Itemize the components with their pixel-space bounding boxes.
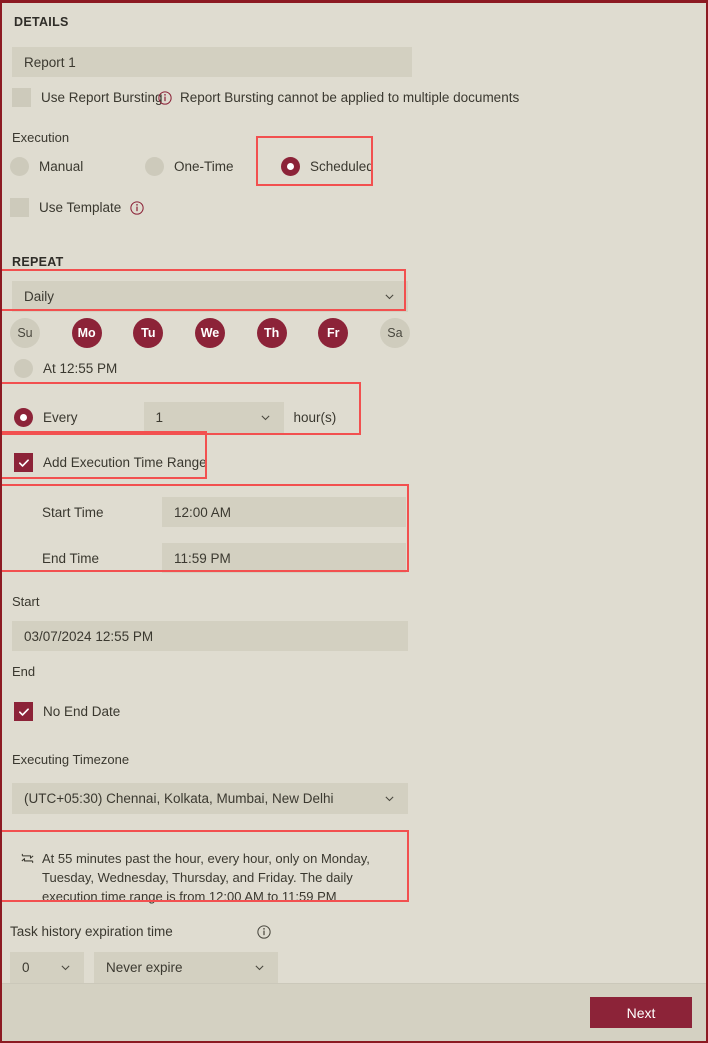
day-we[interactable]: We <box>194 318 225 348</box>
at-specific-time-row[interactable]: At 12:55 PM <box>14 359 117 378</box>
report-name-input[interactable]: Report 1 <box>12 47 412 77</box>
schedule-summary: At 55 minutes past the hour, every hour,… <box>10 841 418 915</box>
every-interval-row[interactable]: Every 1 hour(s) <box>14 402 336 433</box>
add-execution-time-range-label: Add Execution Time Range <box>43 455 207 470</box>
report-bursting-info-text: Report Bursting cannot be applied to mul… <box>180 90 520 105</box>
chevron-down-icon <box>383 290 396 303</box>
end-time-row: End Time 11:59 PM <box>42 543 406 573</box>
execution-option-one-time[interactable]: One-Time <box>145 157 234 176</box>
end-time-label: End Time <box>42 550 100 566</box>
chevron-down-icon <box>383 792 396 805</box>
start-time-row: Start Time 12:00 AM <box>42 497 406 527</box>
day-fr[interactable]: Fr <box>318 318 349 348</box>
chevron-down-icon <box>259 411 272 424</box>
chevron-down-icon <box>253 961 266 974</box>
no-end-date-label: No End Date <box>43 704 121 719</box>
add-execution-time-range-row[interactable]: Add Execution Time Range <box>14 453 207 472</box>
details-section-title: DETAILS <box>14 15 69 29</box>
day-su[interactable]: Su <box>10 318 40 348</box>
day-of-week-selector[interactable]: Su Mo Tu We Th Fr Sa <box>10 318 410 348</box>
schedule-task-dialog: DETAILS Report 1 Use Report Bursting Rep… <box>0 0 708 1043</box>
use-report-bursting-checkbox[interactable] <box>12 88 31 107</box>
start-time-input[interactable]: 12:00 AM <box>162 497 406 527</box>
execution-label: Execution <box>12 130 70 145</box>
end-time-input[interactable]: 11:59 PM <box>162 543 406 573</box>
every-label: Every <box>43 410 78 425</box>
use-report-bursting-label: Use Report Bursting <box>41 90 163 105</box>
no-end-date-checkbox[interactable] <box>14 702 33 721</box>
timezone-dropdown[interactable]: (UTC+05:30) Chennai, Kolkata, Mumbai, Ne… <box>12 783 408 814</box>
manual-radio[interactable] <box>10 157 29 176</box>
day-th[interactable]: Th <box>256 318 287 348</box>
execution-option-manual[interactable]: Manual <box>10 157 83 176</box>
task-history-count-value: 0 <box>22 960 30 975</box>
report-bursting-info: Report Bursting cannot be applied to mul… <box>158 90 519 105</box>
use-template-row[interactable]: Use Template <box>10 198 144 217</box>
at-specific-time-label: At 12:55 PM <box>43 361 118 376</box>
task-history-policy-value: Never expire <box>106 960 183 975</box>
dialog-footer: Next <box>2 983 706 1041</box>
end-label: End <box>12 664 36 679</box>
day-mo[interactable]: Mo <box>71 318 102 348</box>
task-history-info-icon[interactable] <box>257 924 271 939</box>
use-report-bursting-row[interactable]: Use Report Bursting <box>12 88 163 107</box>
use-template-checkbox[interactable] <box>10 198 29 217</box>
start-datetime-input[interactable]: 03/07/2024 12:55 PM <box>12 621 408 651</box>
info-circle-icon <box>158 90 172 105</box>
next-button[interactable]: Next <box>590 997 692 1028</box>
one-time-radio[interactable] <box>145 157 164 176</box>
no-end-date-row[interactable]: No End Date <box>14 702 120 721</box>
task-history-controls: 0 Never expire <box>10 952 278 983</box>
task-history-label: Task history expiration time <box>10 924 173 939</box>
schedule-summary-text: At 55 minutes past the hour, every hour,… <box>42 851 370 904</box>
every-interval-value: 1 <box>155 410 164 425</box>
task-history-header: Task history expiration time <box>10 924 290 939</box>
repeat-frequency-dropdown[interactable]: Daily <box>12 281 408 312</box>
one-time-label: One-Time <box>174 159 234 174</box>
dialog-content: DETAILS Report 1 Use Report Bursting Rep… <box>2 3 706 983</box>
every-unit-label: hour(s) <box>293 410 337 425</box>
manual-label: Manual <box>39 159 84 174</box>
task-history-count-dropdown[interactable]: 0 <box>10 952 84 983</box>
add-execution-time-range-checkbox[interactable] <box>14 453 33 472</box>
scheduled-label: Scheduled <box>310 159 374 174</box>
repeat-loop-icon <box>20 851 35 866</box>
every-interval-dropdown[interactable]: 1 <box>143 402 284 433</box>
task-history-policy-dropdown[interactable]: Never expire <box>94 952 278 983</box>
at-specific-time-radio[interactable] <box>14 359 33 378</box>
use-template-info-icon[interactable] <box>130 200 144 215</box>
execution-option-scheduled[interactable]: Scheduled <box>281 157 374 176</box>
timezone-label: Executing Timezone <box>12 752 130 767</box>
timezone-value: (UTC+05:30) Chennai, Kolkata, Mumbai, Ne… <box>24 791 334 806</box>
every-interval-radio[interactable] <box>14 408 33 427</box>
day-sa[interactable]: Sa <box>379 318 410 348</box>
start-label: Start <box>12 594 40 609</box>
repeat-section-title: REPEAT <box>12 255 64 269</box>
use-template-label: Use Template <box>39 200 122 215</box>
scheduled-radio[interactable] <box>281 157 300 176</box>
start-time-label: Start Time <box>42 504 104 520</box>
day-tu[interactable]: Tu <box>133 318 164 348</box>
repeat-frequency-value: Daily <box>24 289 55 304</box>
chevron-down-icon <box>59 961 72 974</box>
